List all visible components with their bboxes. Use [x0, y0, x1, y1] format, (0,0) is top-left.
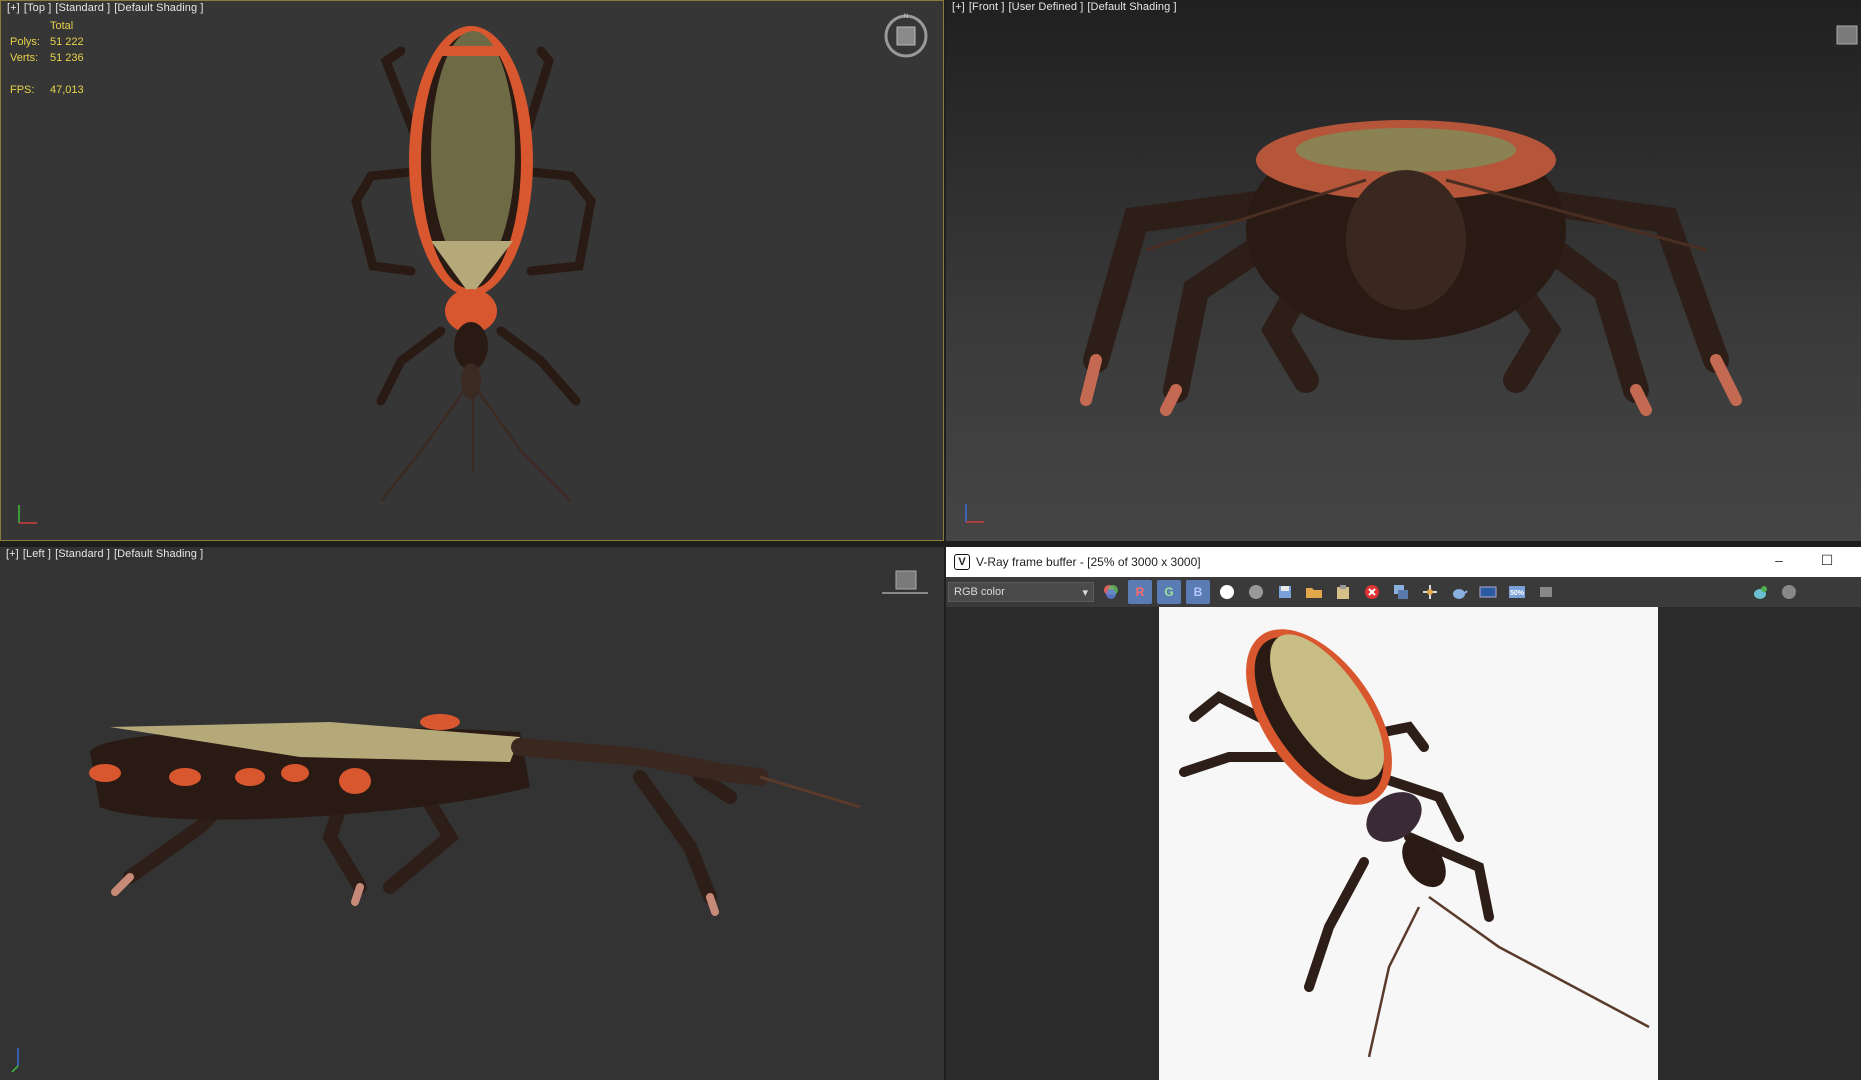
- viewport-view-menu[interactable]: [Left ]: [23, 548, 51, 560]
- svg-text:50%: 50%: [1510, 590, 1525, 597]
- axis-tripod-icon: [11, 1048, 19, 1072]
- viewport-plus-menu[interactable]: [+]: [6, 548, 19, 560]
- viewport-shading-menu[interactable]: [Default Shading ]: [114, 2, 203, 14]
- rendered-bug-image: [1179, 629, 1650, 1058]
- viewport-label-left[interactable]: [+] [Left ] [Standard ] [Default Shading ]: [6, 548, 207, 560]
- viewport-shading-menu[interactable]: [Default Shading ]: [1087, 1, 1176, 13]
- viewport-plus-menu[interactable]: [+]: [7, 2, 20, 14]
- bug-model-front: [1080, 120, 1742, 416]
- render-teapot-icon[interactable]: [1447, 580, 1471, 604]
- stats-header: Total: [50, 20, 74, 32]
- viewport-shading-mode-menu[interactable]: [User Defined ]: [1009, 1, 1084, 13]
- viewport-top[interactable]: [+] [Top ] [Standard ] [Default Shading ] T…: [0, 0, 944, 541]
- color-channels-icon[interactable]: [1099, 580, 1123, 604]
- svg-text:N: N: [904, 14, 908, 20]
- bug-model-left: [89, 714, 861, 916]
- verts-value: 51 236: [50, 52, 84, 64]
- viewport-front[interactable]: [+] [Front ] [User Defined ] [Default Shadi…: [946, 0, 1861, 541]
- chevron-down-icon: ▾: [1082, 586, 1088, 599]
- stop-icon[interactable]: [1777, 580, 1801, 604]
- viewport-label-top[interactable]: [+] [Top ] [Standard ] [Default Shading ]: [7, 2, 208, 14]
- viewcube-icon[interactable]: [1831, 20, 1861, 50]
- viewport-view-menu[interactable]: [Front ]: [969, 1, 1005, 13]
- duplicate-icon[interactable]: [1389, 580, 1413, 604]
- render-icon[interactable]: [1748, 580, 1772, 604]
- maximize-button[interactable]: ☐: [1817, 552, 1837, 569]
- blue-channel-button[interactable]: B: [1186, 580, 1210, 604]
- viewport-plus-menu[interactable]: [+]: [952, 1, 965, 13]
- bug-model-top: [351, 26, 596, 502]
- viewport-shading-menu[interactable]: [Default Shading ]: [114, 548, 203, 560]
- viewcube-icon[interactable]: N: [881, 11, 931, 61]
- clipboard-icon[interactable]: [1331, 580, 1355, 604]
- mono-gray-icon[interactable]: [1244, 580, 1268, 604]
- verts-label: Verts:: [10, 52, 39, 64]
- polys-value: 51 222: [50, 36, 84, 48]
- render-canvas[interactable]: [1159, 607, 1658, 1080]
- vfb-title: V-Ray frame buffer - [25% of 3000 x 3000…: [976, 555, 1201, 569]
- axis-tripod-icon: [965, 504, 984, 523]
- zoom-50-icon[interactable]: 50%: [1505, 580, 1529, 604]
- green-channel-button[interactable]: G: [1157, 580, 1181, 604]
- fps-label: FPS:: [10, 84, 35, 96]
- vfb-title-bar[interactable]: V V-Ray frame buffer - [25% of 3000 x 30…: [946, 547, 1861, 577]
- viewport-label-front[interactable]: [+] [Front ] [User Defined ] [Default Shadi…: [952, 1, 1181, 13]
- region-render-icon[interactable]: [1476, 580, 1500, 604]
- viewport-shading-mode-menu[interactable]: [Standard ]: [55, 2, 110, 14]
- scene-statistics: Total Polys: 51 222 Verts: 51 236 FPS: 47,0…: [10, 18, 110, 98]
- alpha-white-icon[interactable]: [1215, 580, 1239, 604]
- save-icon[interactable]: [1273, 580, 1297, 604]
- stamp-icon[interactable]: [1534, 580, 1558, 604]
- channel-select[interactable]: RGB color ▾: [948, 582, 1094, 602]
- red-channel-button[interactable]: R: [1128, 580, 1152, 604]
- vray-logo-icon: V: [954, 554, 970, 570]
- axis-tripod-icon: [18, 505, 37, 524]
- open-folder-icon[interactable]: [1302, 580, 1326, 604]
- viewport-view-menu[interactable]: [Top ]: [24, 2, 52, 14]
- viewcube-icon[interactable]: [880, 567, 930, 597]
- bug-wing: [431, 31, 515, 271]
- track-mouse-icon[interactable]: [1418, 580, 1442, 604]
- vray-frame-buffer-window[interactable]: V V-Ray frame buffer - [25% of 3000 x 30…: [946, 547, 1861, 1080]
- viewport-left[interactable]: [+] [Left ] [Standard ] [Default Shading ]: [0, 547, 944, 1080]
- vfb-toolbar: RGB color ▾ R G B 50%: [946, 577, 1861, 607]
- polys-label: Polys:: [10, 36, 40, 48]
- minimize-button[interactable]: –: [1769, 552, 1789, 568]
- channel-select-value: RGB color: [954, 586, 1005, 598]
- clear-icon[interactable]: [1360, 580, 1384, 604]
- fps-value: 47,013: [50, 84, 84, 96]
- viewport-shading-mode-menu[interactable]: [Standard ]: [55, 548, 110, 560]
